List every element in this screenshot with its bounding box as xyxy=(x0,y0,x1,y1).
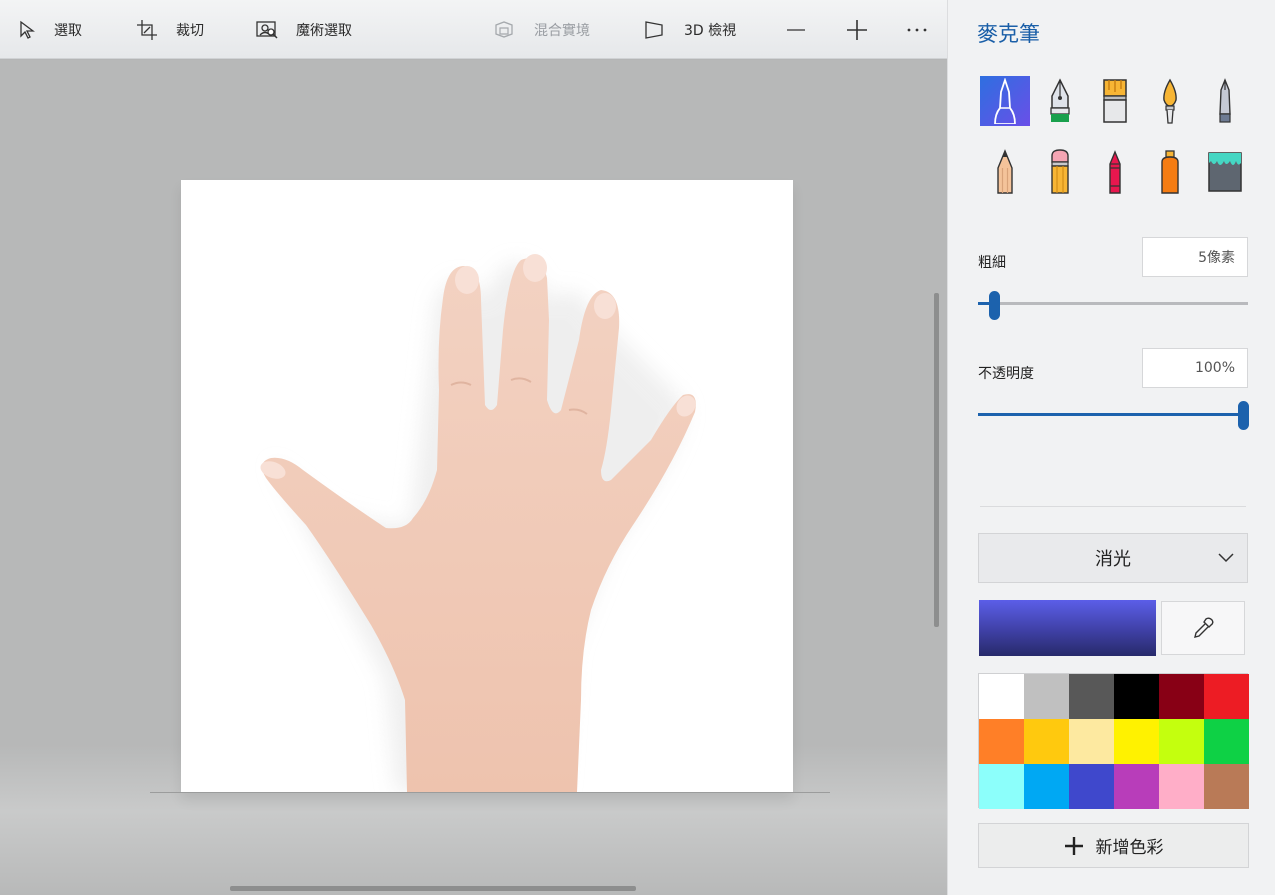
palette-swatch[interactable] xyxy=(1069,764,1114,809)
view-3d-icon xyxy=(645,20,663,39)
palette-swatch[interactable] xyxy=(1159,674,1204,719)
brush-pencil[interactable] xyxy=(980,146,1030,196)
pencil-icon xyxy=(997,149,1013,194)
finish-dropdown[interactable]: 消光 xyxy=(978,533,1248,583)
mixed-reality-button[interactable]: 混合實境 xyxy=(494,0,590,59)
palette-swatch[interactable] xyxy=(1024,674,1069,719)
watercolor-brush-icon xyxy=(1163,78,1177,124)
canvas-workspace[interactable] xyxy=(0,60,947,895)
brush-calligraphy-pen-2[interactable] xyxy=(1200,76,1250,126)
opacity-slider-fill[interactable] xyxy=(978,413,1244,416)
palette-swatch[interactable] xyxy=(1159,764,1204,809)
more-dots-icon xyxy=(907,28,927,31)
calligraphy-pen-icon xyxy=(1219,78,1231,123)
add-color-label: 新增色彩 xyxy=(1095,838,1164,858)
brush-panel: 麥克筆 粗細 5像素 不透明度 100% 消光 新增色彩 xyxy=(947,0,1275,895)
mixed-reality-label: 混合實境 xyxy=(534,22,590,39)
vertical-scrollbar[interactable] xyxy=(934,293,939,627)
current-color-swatch[interactable] xyxy=(979,600,1156,656)
palette-swatch[interactable] xyxy=(1159,719,1204,764)
palette-swatch[interactable] xyxy=(1114,674,1159,719)
horizontal-scrollbar[interactable] xyxy=(230,886,636,891)
opacity-label: 不透明度 xyxy=(978,366,1034,382)
thickness-value-field[interactable]: 5像素 xyxy=(1142,237,1248,277)
crop-icon xyxy=(137,19,157,40)
eyedropper-button[interactable] xyxy=(1161,601,1245,655)
palette-swatch[interactable] xyxy=(979,764,1024,809)
zoom-in-button[interactable] xyxy=(846,0,868,59)
crop-tool[interactable]: 裁切 xyxy=(136,0,204,59)
palette-swatch[interactable] xyxy=(1024,764,1069,809)
brush-crayon[interactable] xyxy=(1090,146,1140,196)
thickness-slider-track[interactable] xyxy=(978,302,1248,305)
magic-select-tool[interactable]: 魔術選取 xyxy=(256,0,352,59)
brush-fill-bucket[interactable] xyxy=(1200,146,1250,196)
select-tool[interactable]: 選取 xyxy=(18,0,82,59)
plus-icon xyxy=(1064,836,1083,855)
finish-dropdown-value: 消光 xyxy=(1095,549,1131,570)
drawing-canvas[interactable] xyxy=(181,180,793,792)
plus-icon xyxy=(847,19,867,40)
panel-divider xyxy=(980,506,1246,507)
color-palette xyxy=(978,673,1249,809)
eraser-icon xyxy=(1051,149,1069,194)
hand-image xyxy=(260,254,696,792)
panel-title: 麥克筆 xyxy=(977,22,1040,46)
palette-swatch[interactable] xyxy=(1024,719,1069,764)
fountain-pen-icon xyxy=(1050,78,1070,122)
select-arrow-icon xyxy=(20,20,35,39)
opacity-slider-thumb[interactable] xyxy=(1238,401,1249,430)
palette-swatch[interactable] xyxy=(1114,719,1159,764)
select-label: 選取 xyxy=(54,22,82,39)
crayon-icon xyxy=(1109,150,1121,194)
brush-eraser[interactable] xyxy=(1035,146,1085,196)
chevron-down-icon xyxy=(1218,553,1234,563)
palette-swatch[interactable] xyxy=(1204,719,1249,764)
view-3d-label: 3D 檢視 xyxy=(684,22,737,39)
palette-swatch[interactable] xyxy=(1204,764,1249,809)
magic-select-icon xyxy=(256,20,278,39)
brush-watercolor[interactable] xyxy=(1145,76,1195,126)
mixed-reality-icon xyxy=(495,20,513,38)
palette-swatch[interactable] xyxy=(1114,764,1159,809)
marker-icon xyxy=(994,78,1016,124)
canvas-baseline xyxy=(150,792,830,793)
brush-spray-can[interactable] xyxy=(1145,146,1195,196)
palette-swatch[interactable] xyxy=(1204,674,1249,719)
brush-oil[interactable] xyxy=(1090,76,1140,126)
palette-swatch[interactable] xyxy=(1069,674,1114,719)
brush-calligraphy-pen[interactable] xyxy=(1035,76,1085,126)
opacity-value-field[interactable]: 100% xyxy=(1142,348,1248,388)
magic-select-label: 魔術選取 xyxy=(296,22,352,39)
eyedropper-icon xyxy=(1194,617,1214,638)
oil-brush-icon xyxy=(1103,79,1127,123)
minus-icon xyxy=(787,28,805,31)
spray-can-icon xyxy=(1161,150,1179,194)
thickness-label: 粗細 xyxy=(978,255,1006,271)
palette-swatch[interactable] xyxy=(1069,719,1114,764)
palette-swatch[interactable] xyxy=(979,719,1024,764)
brush-marker[interactable] xyxy=(980,76,1030,126)
fill-bucket-icon xyxy=(1208,152,1242,192)
add-color-button[interactable]: 新增色彩 xyxy=(978,823,1249,868)
thickness-slider-thumb[interactable] xyxy=(989,291,1000,320)
top-toolbar: 選取 裁切 魔術選取 混合實境 3D 檢視 xyxy=(0,0,947,59)
crop-label: 裁切 xyxy=(176,22,204,39)
palette-swatch[interactable] xyxy=(979,674,1024,719)
view-3d-button[interactable]: 3D 檢視 xyxy=(644,0,736,59)
zoom-out-button[interactable] xyxy=(786,0,806,59)
more-options-button[interactable] xyxy=(906,0,928,59)
